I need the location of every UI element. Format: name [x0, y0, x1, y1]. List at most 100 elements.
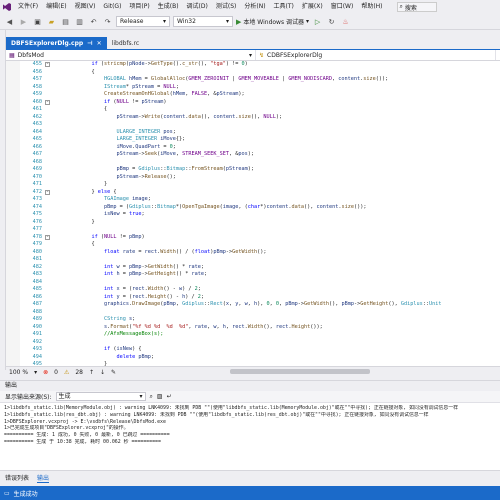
tab-output[interactable]: 输出: [37, 473, 50, 483]
search-box[interactable]: ⌕ 搜索: [396, 2, 437, 12]
code-line[interactable]: [54, 159, 500, 167]
new-file-icon[interactable]: ▣: [32, 16, 43, 27]
back-icon[interactable]: ◀: [4, 16, 15, 27]
code-line[interactable]: [54, 339, 500, 347]
code-text[interactable]: if (stricmp(pNode->GetType().c_str(), "t…: [54, 61, 500, 366]
warning-count[interactable]: 28: [75, 369, 83, 376]
code-line[interactable]: pBmp = Gdiplus::Bitmap::FromStream(pStre…: [54, 166, 500, 174]
menu-item[interactable]: 扩展(X): [298, 0, 327, 14]
code-line[interactable]: CreateStreamOnHGlobal(hMem, FALSE, &pStr…: [54, 91, 500, 99]
output-source-select[interactable]: 生成 ▾: [55, 392, 146, 401]
menu-item[interactable]: 窗口(W): [327, 0, 358, 14]
code-line[interactable]: LARGE_INTEGER iMove{};: [54, 136, 500, 144]
platform-select[interactable]: Win32 ▾: [173, 16, 233, 27]
menu-item[interactable]: 项目(P): [125, 0, 153, 14]
menu-item[interactable]: 编辑(E): [42, 0, 70, 14]
code-line[interactable]: if (stricmp(pNode->GetType().c_str(), "t…: [54, 61, 500, 69]
start-debugging-button[interactable]: ▶ 本地 Windows 调试器 ▾: [236, 17, 309, 27]
scope-select[interactable]: ↯ CDBFSExplorerDlg: [256, 50, 496, 60]
code-line[interactable]: graphics.DrawImage(pBmp, Gdiplus::Rect(x…: [54, 301, 500, 309]
error-count[interactable]: 0: [54, 369, 58, 376]
code-line[interactable]: [54, 121, 500, 129]
flame-icon[interactable]: ♨: [340, 16, 351, 27]
code-line[interactable]: TGAImage image;: [54, 196, 500, 204]
code-line[interactable]: [54, 256, 500, 264]
find-icon[interactable]: ⌕: [150, 393, 153, 401]
code-line[interactable]: {: [54, 69, 500, 77]
open-folder-icon[interactable]: ▰: [46, 16, 57, 27]
menu-item[interactable]: 生成(B): [154, 0, 183, 14]
code-editor[interactable]: 455 456 457 458 459 460 461 462 463 464 465 466 467 4…: [6, 61, 500, 366]
code-line[interactable]: //AfxMessageBox(s);: [54, 331, 500, 339]
save-all-icon[interactable]: ▥: [74, 16, 85, 27]
code-line[interactable]: if (NULL != pStream): [54, 99, 500, 107]
menu-item[interactable]: 帮助(H): [357, 0, 386, 14]
menu-item[interactable]: 工具(T): [270, 0, 298, 14]
menu-item[interactable]: 测试(S): [212, 0, 241, 14]
menu-item[interactable]: 文件(F): [14, 0, 42, 14]
code-line[interactable]: delete pBmp;: [54, 354, 500, 362]
pin-icon[interactable]: ⊣: [87, 40, 92, 47]
forward-icon[interactable]: ▶: [18, 16, 29, 27]
code-line[interactable]: pStream->Release();: [54, 174, 500, 182]
menu-item[interactable]: 调试(D): [183, 0, 212, 14]
code-line[interactable]: [54, 309, 500, 317]
play-outline-icon[interactable]: ▷: [312, 16, 323, 27]
configuration-select[interactable]: Release ▾: [116, 16, 170, 27]
collapse-icon[interactable]: -: [45, 99, 50, 105]
code-line[interactable]: pStream->Seek(iMove, STREAM_SEEK_SET, &p…: [54, 151, 500, 159]
refresh-icon[interactable]: ↻: [326, 16, 337, 27]
code-line[interactable]: int w = pBmp->GetWidth() * rate;: [54, 264, 500, 272]
save-icon[interactable]: ▤: [60, 16, 71, 27]
project-select[interactable]: ▦ DbfsMod ▾: [6, 50, 256, 60]
code-line[interactable]: }: [54, 181, 500, 189]
tab-error-list[interactable]: 错误列表: [5, 473, 29, 482]
code-line[interactable]: HGLOBAL hMem = GlobalAlloc(GMEM_ZEROINIT…: [54, 76, 500, 84]
code-line[interactable]: } else {: [54, 189, 500, 197]
zoom-level[interactable]: 100 %: [9, 369, 28, 376]
tab-libdbfs-rc[interactable]: libdbfs.rc: [107, 37, 145, 49]
code-line[interactable]: [54, 226, 500, 234]
horizontal-scrollbar-thumb[interactable]: [230, 369, 370, 374]
line-number: 485: [32, 286, 42, 292]
code-line[interactable]: iMove.QuadPart = 0;: [54, 144, 500, 152]
clear-icon[interactable]: ▨: [157, 393, 163, 400]
word-wrap-icon[interactable]: ↵: [167, 393, 172, 400]
code-line[interactable]: isNew = true;: [54, 211, 500, 219]
collapse-icon[interactable]: -: [45, 62, 50, 67]
glyph-margin[interactable]: [6, 61, 20, 366]
menu-item[interactable]: 视图(V): [71, 0, 100, 14]
collapse-icon[interactable]: -: [45, 234, 50, 240]
code-line[interactable]: if (NULL != pBmp): [54, 234, 500, 242]
brush-icon[interactable]: ✎: [111, 369, 116, 376]
code-line[interactable]: int y = (rect.Height() - h) / 2;: [54, 294, 500, 302]
close-icon[interactable]: ✕: [97, 40, 102, 47]
nav-down-icon[interactable]: ↓: [100, 369, 105, 376]
code-line[interactable]: s.Format("%f %d %d %d %d", rate, w, h, r…: [54, 324, 500, 332]
code-line[interactable]: ULARGE_INTEGER pos;: [54, 129, 500, 137]
collapse-icon[interactable]: -: [45, 189, 50, 195]
line-number: 482: [32, 263, 42, 270]
chevron-down-icon[interactable]: ▾: [34, 369, 37, 376]
code-line[interactable]: {: [54, 106, 500, 114]
code-line[interactable]: int x = (rect.Width() - w) / 2;: [54, 286, 500, 294]
code-line[interactable]: if (isNew) {: [54, 346, 500, 354]
undo-icon[interactable]: ↶: [88, 16, 99, 27]
code-line[interactable]: float rate = rect.Width() / (float)pBmp-…: [54, 249, 500, 257]
menu-item[interactable]: Git(G): [99, 0, 125, 14]
code-line[interactable]: CString s;: [54, 316, 500, 324]
code-line[interactable]: [54, 279, 500, 287]
output-text[interactable]: 1>libdbfs_static.lib(MemoryModule.obj) :…: [4, 405, 500, 446]
redo-icon[interactable]: ↷: [102, 16, 113, 27]
code-line[interactable]: pStream->Write(content.data(), content.s…: [54, 114, 500, 122]
code-line[interactable]: pBmp = (Gdiplus::Bitmap*)OpenTgaImage(im…: [54, 204, 500, 212]
menu-item[interactable]: 分析(N): [240, 0, 269, 14]
tab-dbfsexplorerdlg-cpp[interactable]: DBFSExplorerDlg.cpp ⊣ ✕: [6, 37, 107, 49]
code-line[interactable]: IStream* pStream = NULL;: [54, 84, 500, 92]
code-line[interactable]: {: [54, 241, 500, 249]
nav-up-icon[interactable]: ↑: [89, 369, 94, 376]
code-line[interactable]: int h = pBmp->GetHeight() * rate;: [54, 271, 500, 279]
code-line[interactable]: }: [54, 219, 500, 227]
configuration-value: Release: [120, 18, 144, 25]
line-number: 487: [32, 301, 42, 307]
